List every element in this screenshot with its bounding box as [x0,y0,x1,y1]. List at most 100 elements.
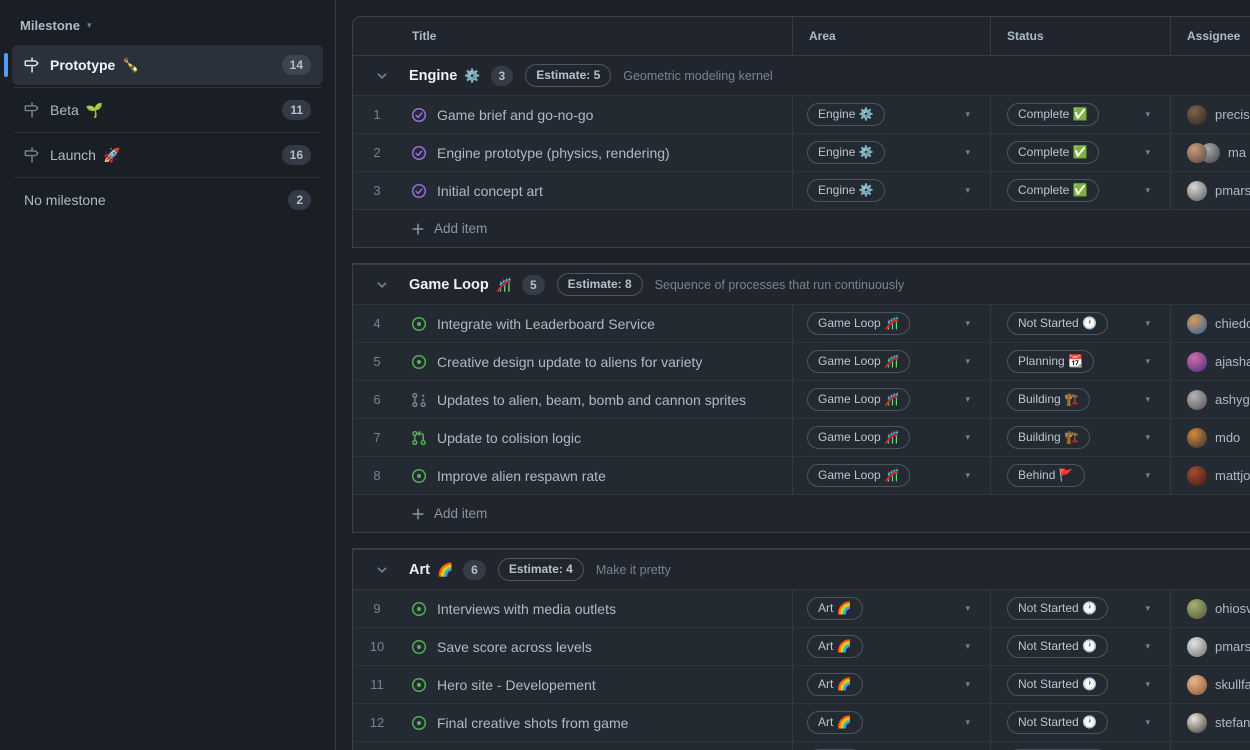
area-pill[interactable]: Game Loop 🎢 [807,312,910,335]
caret-down-icon[interactable]: ▾ [1145,394,1150,405]
chevron-down-icon[interactable] [376,70,388,82]
sidebar-item-prototype[interactable]: Prototype 🍾 14 [12,45,323,85]
add-item-button[interactable]: Add item [353,209,1250,247]
caret-down-icon[interactable]: ▾ [965,318,970,329]
status-pill[interactable]: Not Started 🕐 [1007,312,1108,335]
sidebar-item-no-milestone[interactable]: No milestone 2 [12,180,323,220]
issue-title[interactable]: Update to colision logic [437,430,581,446]
column-header-status[interactable]: Status [990,17,1170,55]
caret-down-icon[interactable]: ▾ [965,641,970,652]
status-pill[interactable]: Building 🏗️ [1007,426,1090,449]
caret-down-icon[interactable]: ▾ [965,185,970,196]
assignee-cell[interactable] [1170,742,1250,750]
area-pill[interactable]: Engine ⚙️ [807,179,885,202]
area-pill[interactable]: Game Loop 🎢 [807,464,910,487]
issue-title[interactable]: Initial concept art [437,183,543,199]
caret-down-icon[interactable]: ▾ [1145,641,1150,652]
issue-title[interactable]: Game brief and go-no-go [437,107,593,123]
assignee-cell[interactable]: ajasha [1170,343,1250,380]
column-header-area[interactable]: Area [792,17,990,55]
row-number: 7 [353,419,401,456]
sidebar-item-launch[interactable]: Launch 🚀 16 [12,135,323,175]
issue-title[interactable]: Improve alien respawn rate [437,468,606,484]
assignee-cell[interactable]: mattjo [1170,457,1250,494]
caret-down-icon[interactable]: ▾ [965,109,970,120]
sidebar-item-beta[interactable]: Beta 🌱 11 [12,90,323,130]
issue-title[interactable]: Save score across levels [437,639,592,655]
area-pill[interactable]: Game Loop 🎢 [807,350,910,373]
column-header-assignee[interactable]: Assignee [1170,17,1250,55]
assignee-cell[interactable]: pmars [1170,628,1250,665]
area-pill[interactable]: Engine ⚙️ [807,141,885,164]
caret-down-icon[interactable]: ▾ [1145,717,1150,728]
caret-down-icon[interactable]: ▾ [1145,185,1150,196]
status-pill[interactable]: Complete ✅ [1007,179,1099,202]
milestone-emoji: 🚀 [103,147,120,164]
assignee-cell[interactable]: chiedo [1170,305,1250,342]
table-row: 12Final creative shots from gameArt 🌈▾No… [353,703,1250,741]
caret-down-icon[interactable]: ▾ [965,679,970,690]
assignee-cell[interactable]: ohiosv [1170,590,1250,627]
assignee-cell[interactable]: ashyg [1170,381,1250,418]
assignee-cell[interactable]: mdo [1170,419,1250,456]
assignee-cell[interactable]: stefan [1170,704,1250,741]
caret-down-icon[interactable]: ▾ [1145,356,1150,367]
caret-down-icon[interactable]: ▾ [965,470,970,481]
area-pill[interactable]: Art 🌈 [807,635,863,658]
status-pill[interactable]: Behind 🚩 [1007,464,1085,487]
status-cell: Not Started 🕐 ▾ [990,704,1170,741]
milestone-group-dropdown[interactable]: Milestone ▾ [12,14,323,45]
issue-title[interactable]: Engine prototype (physics, rendering) [437,145,670,161]
area-pill[interactable]: Game Loop 🎢 [807,426,910,449]
status-pill[interactable]: Complete ✅ [1007,141,1099,164]
caret-down-icon[interactable]: ▾ [1145,603,1150,614]
chevron-down-icon[interactable] [376,564,388,576]
issue-title[interactable]: Final creative shots from game [437,715,628,731]
area-pill[interactable]: Game Loop 🎢 [807,388,910,411]
status-pill[interactable]: Building 🏗️ [1007,388,1090,411]
caret-down-icon[interactable]: ▾ [965,717,970,728]
status-pill[interactable]: Complete ✅ [1007,103,1099,126]
table-row: 8Improve alien respawn rateGame Loop 🎢▾B… [353,456,1250,494]
table-row: 7 Update to colision logic Game Loop 🎢 ▾ Bui… [353,418,1250,456]
caret-down-icon[interactable]: ▾ [1145,147,1150,158]
count-badge: 14 [282,55,311,75]
area-cell: Art 🌈 ▾ [792,590,990,627]
status-pill[interactable]: Not Started 🕐 [1007,711,1108,734]
status-pill[interactable]: Not Started 🕐 [1007,635,1108,658]
assignee-cell[interactable]: skullfa [1170,666,1250,703]
area-pill[interactable]: Art 🌈 [807,711,863,734]
area-cell: Engine ⚙️ ▾ [792,172,990,209]
assignee-cell[interactable]: precis [1170,96,1250,133]
caret-down-icon[interactable]: ▾ [1145,318,1150,329]
column-header-title[interactable]: Title [353,17,792,55]
caret-down-icon[interactable]: ▾ [965,432,970,443]
caret-down-icon[interactable]: ▾ [1145,470,1150,481]
status-pill[interactable]: Planning 📆 [1007,350,1094,373]
caret-down-icon[interactable]: ▾ [965,603,970,614]
issue-title[interactable]: Creative design update to aliens for var… [437,354,702,370]
caret-down-icon[interactable]: ▾ [1145,109,1150,120]
table-row: 9Interviews with media outletsArt 🌈▾Not … [353,589,1250,627]
status-pill[interactable]: Not Started 🕐 [1007,673,1108,696]
caret-down-icon[interactable]: ▾ [965,394,970,405]
add-item-button[interactable]: Add item [353,494,1250,532]
issue-title[interactable]: Updates to alien, beam, bomb and cannon … [437,392,746,408]
group-count-badge: 3 [491,66,514,86]
avatar [1187,390,1207,410]
assignee-cell[interactable]: pmars [1170,172,1250,209]
caret-down-icon[interactable]: ▾ [1145,679,1150,690]
area-pill[interactable]: Art 🌈 [807,597,863,620]
area-pill[interactable]: Engine ⚙️ [807,103,885,126]
caret-down-icon[interactable]: ▾ [965,147,970,158]
chevron-down-icon[interactable] [376,279,388,291]
status-pill[interactable]: Not Started 🕐 [1007,597,1108,620]
sidebar-item-label: No milestone [24,192,106,208]
assignee-cell[interactable]: ma [1170,134,1250,171]
area-pill[interactable]: Art 🌈 [807,673,863,696]
issue-title[interactable]: Hero site - Developement [437,677,596,693]
issue-title[interactable]: Interviews with media outlets [437,601,616,617]
caret-down-icon[interactable]: ▾ [965,356,970,367]
caret-down-icon[interactable]: ▾ [1145,432,1150,443]
issue-title[interactable]: Integrate with Leaderboard Service [437,316,655,332]
